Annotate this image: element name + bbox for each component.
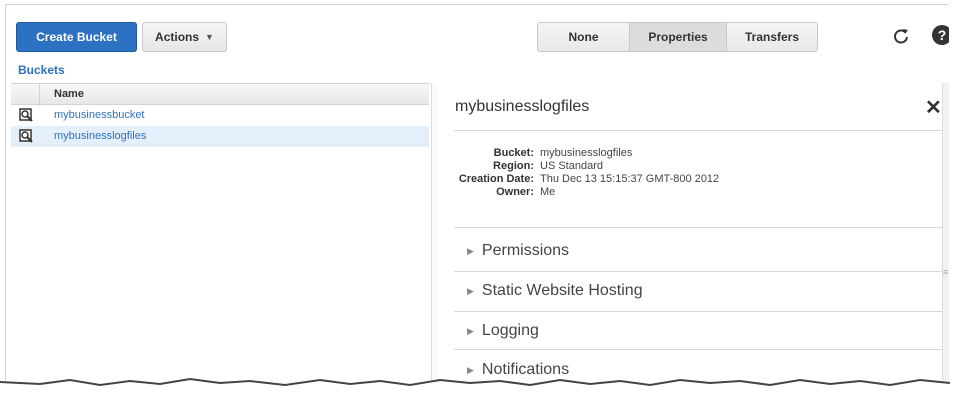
pane-splitter[interactable]	[431, 83, 437, 382]
s3-console-frame: Create Bucket Actions ▼ None Properties …	[5, 4, 949, 382]
view-transfers-button[interactable]: Transfers	[727, 23, 817, 51]
section-label: Static Website Hosting	[481, 282, 643, 299]
bucket-magnifier-icon[interactable]	[19, 129, 34, 144]
table-row[interactable]: mybusinessbucket	[11, 105, 429, 126]
property-value: Thu Dec 13 15:15:37 GMT-800 2012	[540, 173, 720, 185]
refresh-icon[interactable]	[890, 25, 912, 47]
bucket-properties: Bucket: mybusinesslogfiles Region: US St…	[454, 147, 948, 199]
section-permissions[interactable]: ▶ Permissions	[454, 231, 948, 271]
bucket-name-link[interactable]: mybusinesslogfiles	[54, 130, 146, 142]
create-bucket-button[interactable]: Create Bucket	[16, 22, 137, 52]
property-value: mybusinesslogfiles	[540, 147, 633, 159]
property-key: Creation Date:	[458, 173, 534, 185]
section-static-website-hosting[interactable]: ▶ Static Website Hosting	[454, 271, 948, 311]
section-label: Permissions	[481, 242, 570, 259]
property-key: Bucket:	[493, 147, 534, 159]
table-header: Name	[11, 83, 429, 106]
table-row-selected[interactable]: mybusinesslogfiles	[11, 126, 429, 147]
bucket-name-link[interactable]: mybusinessbucket	[54, 109, 145, 121]
column-header-name[interactable]: Name	[54, 88, 84, 100]
bucket-magnifier-icon[interactable]	[19, 108, 34, 123]
property-key: Owner:	[496, 186, 534, 198]
help-glyph: ?	[937, 27, 947, 43]
view-properties-label: Properties	[648, 30, 708, 44]
view-transfers-label: Transfers	[744, 30, 800, 44]
expand-triangle-icon: ▶	[467, 285, 474, 296]
property-value: US Standard	[540, 160, 603, 172]
view-mode-toggle: None Properties Transfers	[537, 22, 818, 52]
divider	[454, 130, 948, 131]
divider	[454, 227, 948, 228]
view-none-button[interactable]: None	[538, 23, 630, 51]
properties-scrollbar[interactable]	[942, 83, 949, 382]
section-logging[interactable]: ▶ Logging	[454, 311, 948, 351]
property-value: Me	[540, 186, 556, 198]
expand-triangle-icon: ▶	[467, 325, 474, 336]
panel-title: mybusinesslogfiles	[455, 98, 590, 115]
property-key: Region:	[493, 160, 534, 172]
toolbar: Create Bucket Actions ▼ None Properties …	[6, 5, 949, 61]
scrollbar-grip-icon[interactable]: ≡	[943, 267, 948, 277]
properties-pane: mybusinesslogfiles ✕ Bucket: mybusinessl…	[438, 83, 949, 382]
expand-triangle-icon: ▶	[467, 245, 474, 256]
torn-edge	[0, 377, 961, 395]
view-none-label: None	[568, 30, 599, 44]
property-row: Region: US Standard	[454, 160, 948, 173]
breadcrumb-buckets[interactable]: Buckets	[18, 63, 65, 77]
column-separator	[39, 84, 40, 106]
actions-label: Actions	[155, 30, 200, 44]
chevron-down-icon: ▼	[205, 32, 214, 42]
create-bucket-label: Create Bucket	[36, 30, 117, 44]
close-icon[interactable]: ✕	[925, 95, 942, 120]
bucket-list-pane: Name mybusinessbucket mybusinesslogfiles	[11, 83, 429, 382]
actions-dropdown-button[interactable]: Actions ▼	[142, 22, 227, 52]
property-row: Creation Date: Thu Dec 13 15:15:37 GMT-8…	[454, 173, 948, 186]
view-properties-button[interactable]: Properties	[630, 23, 727, 51]
property-row: Bucket: mybusinesslogfiles	[454, 147, 948, 160]
property-row: Owner: Me	[454, 186, 948, 199]
help-icon[interactable]: ?	[932, 25, 949, 45]
section-label: Logging	[481, 322, 539, 339]
